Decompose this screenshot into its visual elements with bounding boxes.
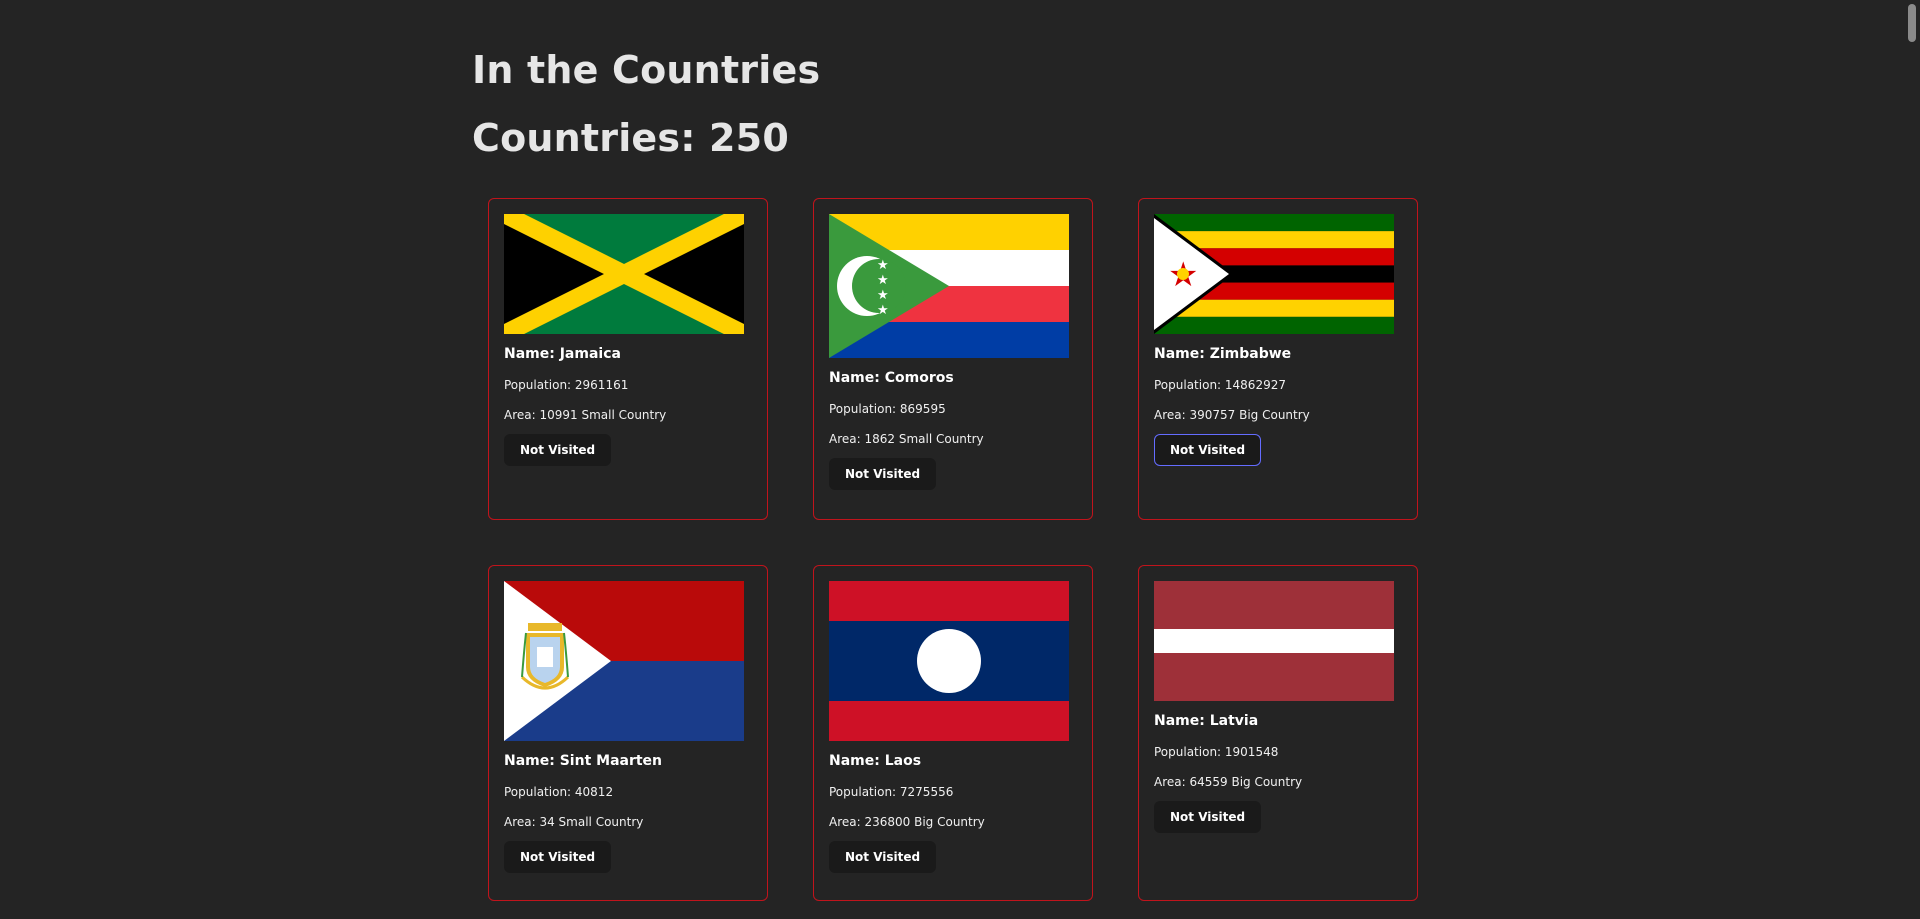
laos-flag (829, 581, 1069, 741)
visit-toggle-button[interactable]: Not Visited (829, 458, 937, 490)
zimbabwe-flag: ★ (1154, 214, 1394, 334)
country-population: Population: 2961161 (504, 378, 629, 392)
country-name: Name: Sint Maarten (504, 753, 663, 769)
country-population: Population: 1901548 (1154, 745, 1279, 759)
svg-text:★: ★ (877, 258, 889, 273)
sint-maarten-flag (504, 581, 744, 741)
country-card: Name: Jamaica Population: 2961161 Area: … (488, 198, 768, 520)
country-name: Name: Latvia (1154, 713, 1259, 729)
jamaica-flag (504, 214, 744, 334)
country-card: Name: Laos Population: 7275556 Area: 236… (813, 565, 1093, 901)
country-population: Population: 14862927 (1154, 378, 1286, 392)
svg-text:★: ★ (877, 288, 889, 303)
svg-text:★: ★ (877, 303, 889, 318)
latvia-flag (1154, 581, 1394, 701)
vertical-scrollbar[interactable] (1903, 0, 1920, 919)
country-card: Name: Latvia Population: 1901548 Area: 6… (1138, 565, 1418, 901)
country-population: Population: 7275556 (829, 785, 954, 799)
country-area: Area: 34 Small Country (504, 815, 644, 829)
country-name: Name: Zimbabwe (1154, 346, 1292, 362)
country-card: ★ ★ ★ ★ Name: Comoros Population: 869595… (813, 198, 1093, 520)
country-name: Name: Jamaica (504, 346, 621, 362)
svg-text:★: ★ (877, 273, 889, 288)
country-area: Area: 390757 Big Country (1154, 408, 1310, 422)
country-population: Population: 40812 (504, 785, 614, 799)
scrollbar-thumb[interactable] (1908, 4, 1916, 42)
country-area: Area: 236800 Big Country (829, 815, 985, 829)
visit-toggle-button[interactable]: Not Visited (829, 841, 937, 873)
country-name: Name: Laos (829, 753, 922, 769)
country-area: Area: 10991 Small Country (504, 408, 667, 422)
visit-toggle-button[interactable]: Not Visited (504, 841, 612, 873)
page-title: In the Countries (472, 48, 821, 92)
country-area: Area: 64559 Big Country (1154, 775, 1303, 789)
visit-toggle-button[interactable]: Not Visited (1154, 801, 1262, 833)
country-population: Population: 869595 (829, 402, 946, 416)
country-card: ★ Name: Zimbabwe Population: 14862927 Ar… (1138, 198, 1418, 520)
country-count: Countries: 250 (472, 116, 789, 160)
page: In the Countries Countries: 250 Name: Ja… (0, 0, 1920, 919)
visit-toggle-button[interactable]: Not Visited (504, 434, 612, 466)
country-name: Name: Comoros (829, 370, 954, 386)
country-area: Area: 1862 Small Country (829, 432, 984, 446)
country-card: Name: Sint Maarten Population: 40812 Are… (488, 565, 768, 901)
comoros-flag: ★ ★ ★ ★ (829, 214, 1069, 358)
country-grid: Name: Jamaica Population: 2961161 Area: … (488, 198, 1418, 901)
visit-toggle-button[interactable]: Not Visited (1154, 434, 1262, 466)
